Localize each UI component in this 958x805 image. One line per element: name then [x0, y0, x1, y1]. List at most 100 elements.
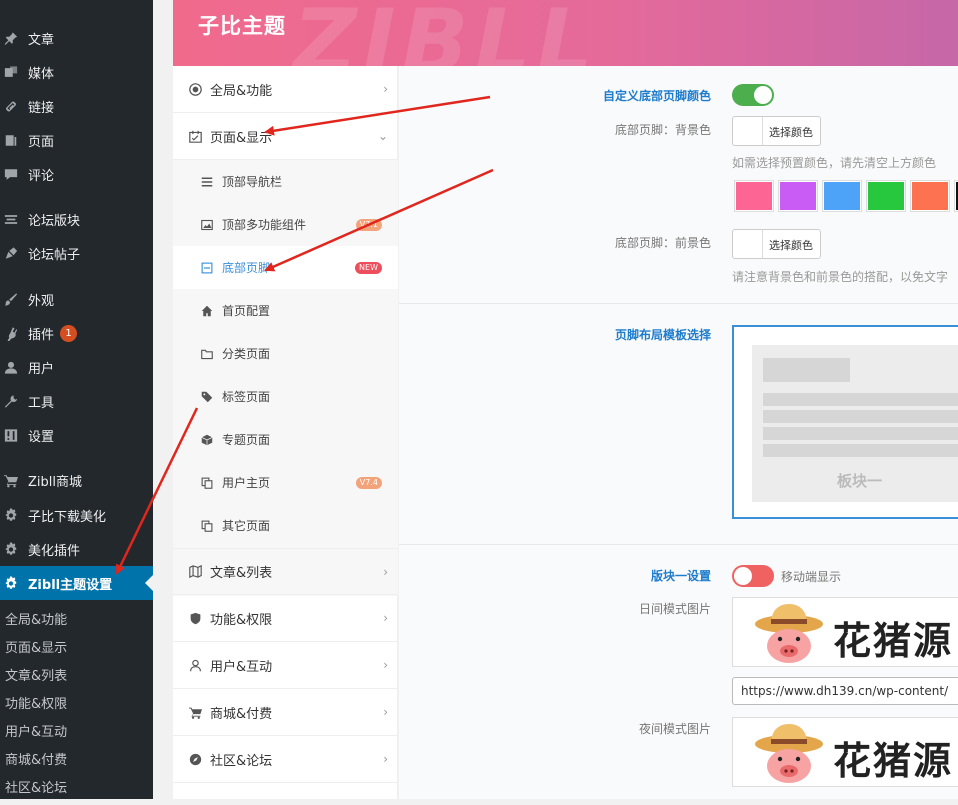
wp-menu-label: 链接	[28, 100, 55, 116]
wp-menu-label: 评论	[28, 168, 55, 184]
nav-sub-other-pages[interactable]: 其它页面	[173, 504, 398, 547]
theme-header: ZIBLL 子比主题	[173, 0, 958, 66]
wp-menu-users[interactable]: 用户	[0, 350, 153, 384]
chevron-right-icon: ›	[383, 752, 388, 766]
fg-color-button-label: 选择颜色	[769, 239, 813, 252]
nav-sub-category[interactable]: 分类页面	[173, 332, 398, 375]
mobile-display-toggle[interactable]	[732, 565, 774, 587]
fg-color-swatch	[733, 230, 763, 258]
wp-menu-settings[interactable]: 设置	[0, 418, 153, 452]
wp-submenu-global[interactable]: 全局&功能	[0, 607, 153, 635]
wp-menu-tools[interactable]: 工具	[0, 384, 153, 418]
nav-item-users[interactable]: 用户&互动 ›	[173, 642, 398, 689]
footer-template-option[interactable]: 板块一	[732, 325, 958, 519]
minus-square-icon	[200, 261, 213, 274]
shield-icon	[188, 611, 202, 625]
nav-sub-label: 用户主页	[222, 476, 271, 490]
footer-color-section: 自定义底部页脚颜色 底部页脚：背景色 选择颜色 如需选择预置颜色，请先清空上方颜…	[399, 66, 958, 304]
night-image-preview[interactable]: 花猪源	[732, 717, 958, 787]
target-icon	[188, 82, 202, 96]
user-icon	[4, 360, 18, 374]
nav-item-community[interactable]: 社区&论坛 ›	[173, 736, 398, 783]
wp-menu-beautify-plugin[interactable]: 美化插件	[0, 532, 153, 566]
wp-menu-label: 论坛版块	[28, 213, 81, 229]
page-title: 子比主题	[198, 14, 286, 38]
nav-sub-top-widgets[interactable]: 顶部多功能组件 V7.1	[173, 203, 398, 246]
nav-item-permissions[interactable]: 功能&权限 ›	[173, 595, 398, 642]
wp-submenu-permissions[interactable]: 功能&权限	[0, 691, 153, 719]
nav-item-label: 社区&论坛	[210, 753, 273, 769]
wp-menu-label: 页面	[28, 134, 55, 150]
bg-color-hint: 如需选择预置颜色，请先清空上方颜色	[732, 156, 937, 170]
nav-sub-label: 顶部导航栏	[222, 175, 283, 189]
nav-item-articles[interactable]: 文章&列表 ›	[173, 548, 398, 595]
wp-submenu-shop[interactable]: 商城&付费	[0, 747, 153, 775]
preset-color-pink[interactable]	[735, 181, 773, 211]
fg-color-hint: 请注意背景色和前景色的搭配，以免文字	[732, 270, 949, 284]
wp-menu-label: 工具	[28, 395, 55, 411]
fg-color-picker-button[interactable]: 选择颜色	[732, 229, 821, 259]
wp-menu-label: 媒体	[28, 66, 55, 82]
block1-label: 版块一设置	[650, 569, 711, 583]
nav-sub-label: 底部页脚	[222, 261, 271, 275]
footer-color-toggle[interactable]	[732, 84, 774, 106]
wp-menu-comments[interactable]: 评论	[0, 157, 153, 191]
day-image-preview[interactable]: 花猪源	[732, 597, 958, 667]
nav-sub-home[interactable]: 首页配置	[173, 289, 398, 332]
wp-submenu-page-display[interactable]: 页面&显示	[0, 635, 153, 663]
mobile-display-label: 移动端显示	[781, 570, 842, 584]
nav-item-shop[interactable]: 商城&付费 ›	[173, 689, 398, 736]
nav-sub-user-home[interactable]: 用户主页 V7.4	[173, 461, 398, 504]
copy-icon	[200, 519, 213, 532]
nav-sub-label: 分类页面	[222, 347, 271, 361]
wp-menu-label: 美化插件	[28, 543, 81, 559]
wp-menu-forum-posts[interactable]: 论坛帖子	[0, 236, 153, 270]
chevron-down-icon: ⌄	[377, 129, 388, 143]
wp-menu-label: Zibll主题设置	[28, 577, 113, 593]
wp-menu-zibll-shop[interactable]: Zibll商城	[0, 463, 153, 497]
nav-sub-tags[interactable]: 标签页面	[173, 375, 398, 418]
preset-color-purple[interactable]	[779, 181, 817, 211]
wp-menu-media[interactable]: 媒体	[0, 55, 153, 89]
footer-template-label: 页脚布局模板选择	[614, 328, 711, 342]
wp-menu-download-beautify[interactable]: 子比下载美化	[0, 498, 153, 532]
wp-menu-appearance[interactable]: 外观	[0, 282, 153, 316]
tools-icon	[4, 394, 18, 408]
wp-submenu-users[interactable]: 用户&互动	[0, 719, 153, 747]
wp-menu-zibll-theme-settings[interactable]: Zibll主题设置	[0, 566, 153, 600]
wp-menu-label: 论坛帖子	[28, 247, 81, 263]
footer-color-label: 自定义底部页脚颜色	[602, 89, 711, 103]
bg-color-label: 底部页脚：背景色	[614, 123, 711, 137]
media-icon	[4, 65, 18, 79]
nav-sub-top-navbar[interactable]: 顶部导航栏	[173, 160, 398, 203]
cart-icon	[188, 705, 202, 719]
nav-sub-label: 首页配置	[222, 304, 271, 318]
preset-color-blue[interactable]	[823, 181, 861, 211]
wp-menu-plugins[interactable]: 插件 1	[0, 316, 153, 350]
preset-color-green[interactable]	[867, 181, 905, 211]
gear-icon	[4, 508, 18, 522]
bg-color-picker-button[interactable]: 选择颜色	[732, 116, 821, 146]
version-tag: V7.4	[355, 476, 382, 489]
home-icon	[200, 304, 213, 317]
nav-item-global[interactable]: 全局&功能 ›	[173, 66, 398, 113]
wp-submenu-articles[interactable]: 文章&列表	[0, 663, 153, 691]
nav-sub-topics[interactable]: 专题页面	[173, 418, 398, 461]
menu-icon	[200, 175, 213, 188]
tags-icon	[200, 390, 213, 403]
bg-color-button-label: 选择颜色	[769, 126, 813, 139]
nav-sub-footer[interactable]: 底部页脚 NEW	[173, 246, 398, 289]
nav-item-page-display[interactable]: 页面&显示 ⌄	[173, 113, 398, 160]
wp-menu-pages[interactable]: 页面	[0, 123, 153, 157]
wp-menu-posts[interactable]: 文章	[0, 21, 153, 55]
nav-item-label: 页面&显示	[210, 130, 273, 146]
wp-menu-links[interactable]: 链接	[0, 89, 153, 123]
day-image-url-input[interactable]: https://www.dh139.cn/wp-content/	[732, 677, 958, 705]
nav-item-label: 商城&付费	[210, 706, 273, 722]
preset-color-orange[interactable]	[911, 181, 949, 211]
wp-menu-forums[interactable]: 论坛版块	[0, 202, 153, 236]
cube-icon	[200, 433, 213, 446]
image-icon	[200, 218, 213, 231]
wp-admin-sidebar: 文章 媒体 链接 页面 评论 论坛版块 论坛帖子 外观 插件 1 用户 工具 设…	[0, 0, 153, 799]
chevron-right-icon: ›	[383, 705, 388, 719]
